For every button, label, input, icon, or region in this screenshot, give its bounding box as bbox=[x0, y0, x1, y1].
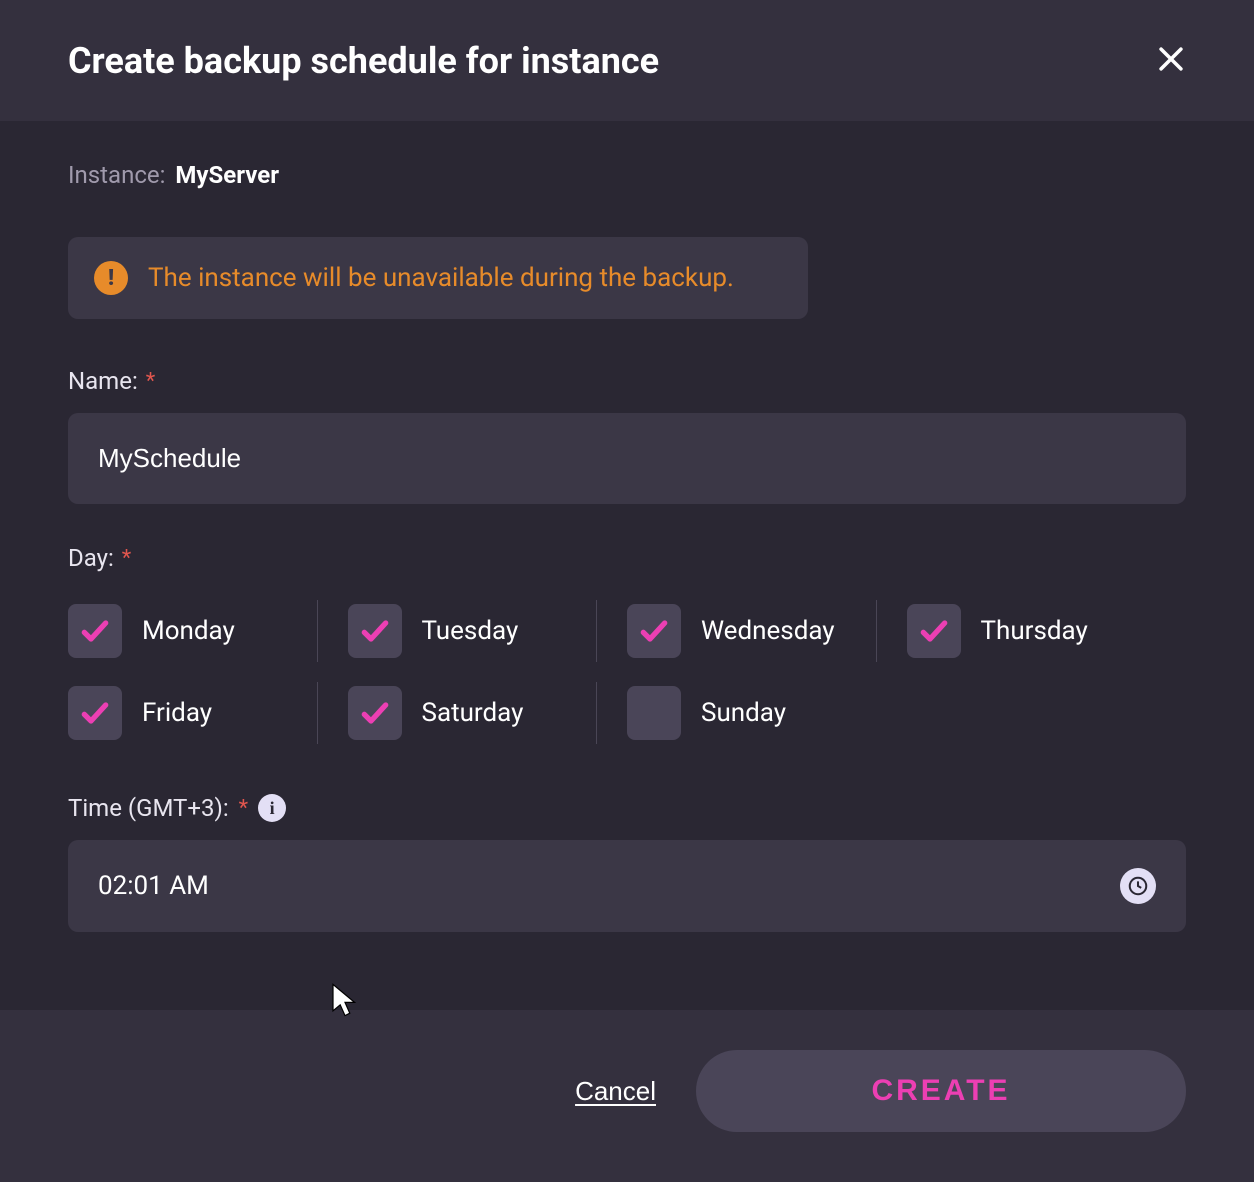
checkbox-sunday[interactable] bbox=[627, 686, 681, 740]
modal-header: Create backup schedule for instance bbox=[0, 0, 1254, 121]
modal-footer: Cancel CREATE bbox=[0, 1010, 1254, 1182]
day-item-friday: Friday bbox=[68, 672, 348, 754]
required-mark: * bbox=[122, 546, 131, 571]
check-icon bbox=[359, 615, 391, 647]
day-field-group: Day: * Monday Tuesday bbox=[68, 544, 1186, 754]
day-item-saturday: Saturday bbox=[348, 672, 628, 754]
name-label-text: Name: bbox=[68, 367, 138, 395]
modal-title: Create backup schedule for instance bbox=[68, 40, 659, 82]
clock-icon[interactable] bbox=[1120, 868, 1156, 904]
checkbox-friday[interactable] bbox=[68, 686, 122, 740]
create-button[interactable]: CREATE bbox=[696, 1050, 1186, 1132]
check-icon bbox=[359, 697, 391, 729]
checkbox-wednesday[interactable] bbox=[627, 604, 681, 658]
warning-text: The instance will be unavailable during … bbox=[148, 263, 734, 293]
info-icon[interactable]: i bbox=[258, 794, 286, 822]
day-label-monday: Monday bbox=[142, 616, 235, 646]
name-field-group: Name: * bbox=[68, 367, 1186, 504]
day-label-sunday: Sunday bbox=[701, 698, 786, 728]
time-value: 02:01 AM bbox=[98, 871, 209, 901]
warning-banner: ! The instance will be unavailable durin… bbox=[68, 237, 808, 319]
close-button[interactable] bbox=[1148, 36, 1194, 85]
day-label-text: Day: bbox=[68, 544, 114, 572]
day-item-thursday: Thursday bbox=[907, 590, 1187, 672]
checkbox-saturday[interactable] bbox=[348, 686, 402, 740]
time-label-row: Time (GMT+3): * i bbox=[68, 794, 1186, 822]
day-item-monday: Monday bbox=[68, 590, 348, 672]
required-mark: * bbox=[146, 369, 155, 394]
instance-name: MyServer bbox=[175, 161, 279, 189]
time-label: Time (GMT+3): bbox=[68, 794, 229, 822]
days-grid: Monday Tuesday Wednesday bbox=[68, 590, 1186, 754]
instance-label: Instance: bbox=[68, 161, 165, 189]
day-label-friday: Friday bbox=[142, 698, 212, 728]
name-input[interactable] bbox=[68, 413, 1186, 504]
instance-row: Instance: MyServer bbox=[68, 161, 1186, 189]
check-icon bbox=[918, 615, 950, 647]
close-icon bbox=[1154, 42, 1188, 76]
warning-icon: ! bbox=[94, 261, 128, 295]
checkbox-thursday[interactable] bbox=[907, 604, 961, 658]
time-input[interactable]: 02:01 AM bbox=[68, 840, 1186, 932]
checkbox-tuesday[interactable] bbox=[348, 604, 402, 658]
check-icon bbox=[79, 697, 111, 729]
cancel-button[interactable]: Cancel bbox=[575, 1076, 656, 1107]
day-label-tuesday: Tuesday bbox=[422, 616, 519, 646]
day-label: Day: * bbox=[68, 544, 1186, 572]
name-label: Name: * bbox=[68, 367, 1186, 395]
day-item-sunday: Sunday bbox=[627, 672, 907, 754]
day-item-wednesday: Wednesday bbox=[627, 590, 907, 672]
modal-body: Instance: MyServer ! The instance will b… bbox=[0, 121, 1254, 1010]
time-field-group: Time (GMT+3): * i 02:01 AM bbox=[68, 794, 1186, 932]
day-label-saturday: Saturday bbox=[422, 698, 524, 728]
check-icon bbox=[638, 615, 670, 647]
required-mark: * bbox=[239, 796, 248, 821]
day-item-tuesday: Tuesday bbox=[348, 590, 628, 672]
checkbox-monday[interactable] bbox=[68, 604, 122, 658]
day-label-thursday: Thursday bbox=[981, 616, 1088, 646]
check-icon bbox=[79, 615, 111, 647]
create-backup-schedule-modal: Create backup schedule for instance Inst… bbox=[0, 0, 1254, 1182]
day-label-wednesday: Wednesday bbox=[701, 616, 835, 646]
